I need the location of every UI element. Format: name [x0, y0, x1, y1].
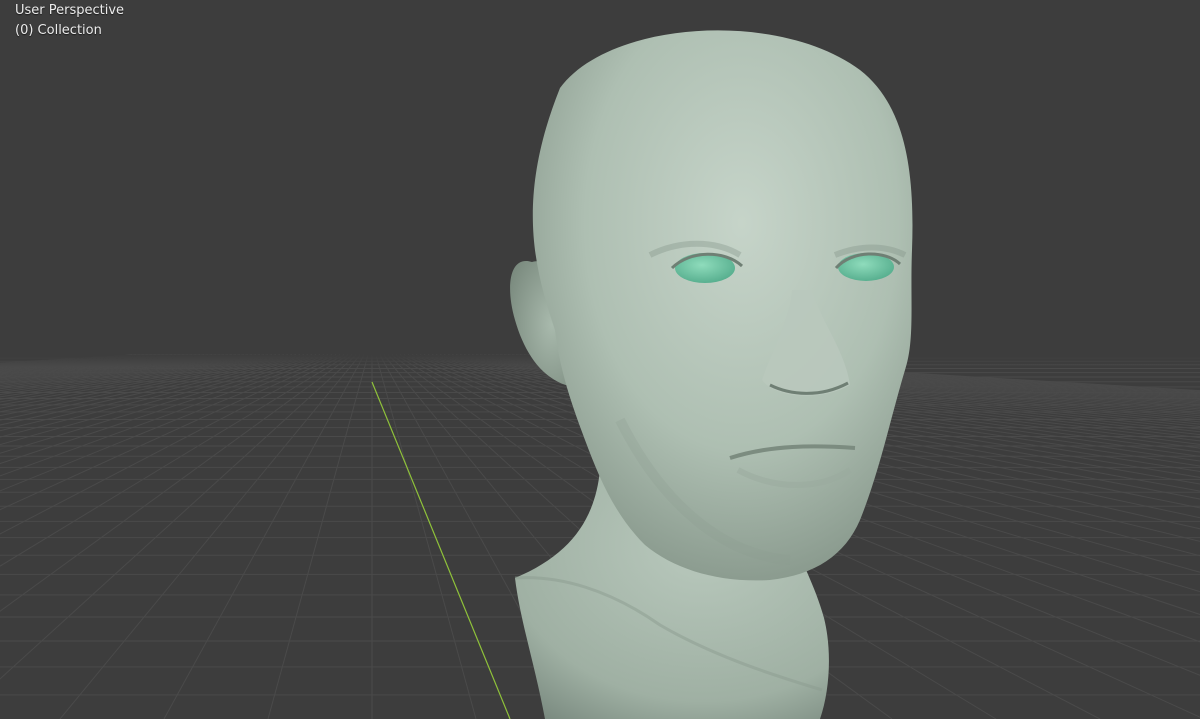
view-perspective-label: User Perspective: [15, 3, 125, 18]
head-mesh[interactable]: [0, 0, 1200, 719]
face-shape: [532, 30, 913, 581]
active-collection-label: (0) Collection: [15, 23, 102, 38]
3d-viewport[interactable]: User Perspective (0) Collection: [0, 0, 1200, 719]
viewport-info-overlay: User Perspective (0) Collection: [15, 1, 124, 41]
